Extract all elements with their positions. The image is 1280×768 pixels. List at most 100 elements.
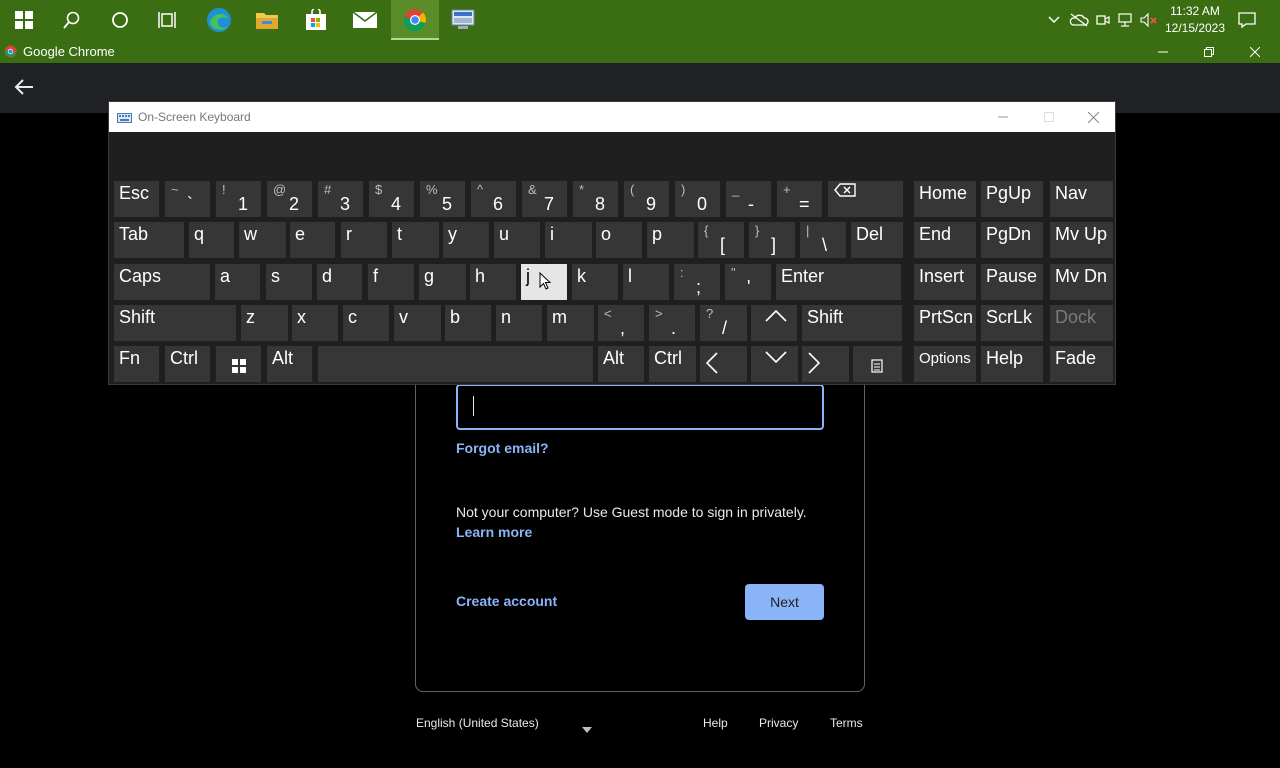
privacy-link[interactable]: Privacy [759, 716, 798, 730]
key-space[interactable] [318, 346, 593, 382]
key-sym-10[interactable]: :; [674, 264, 720, 300]
key-help[interactable]: Help [981, 346, 1043, 382]
key-g[interactable]: g [419, 264, 466, 300]
chevron-up-icon[interactable] [1046, 0, 1062, 40]
close-button[interactable] [1232, 40, 1278, 63]
back-arrow-icon[interactable] [14, 78, 36, 98]
key-sym-12[interactable]: }] [749, 222, 795, 258]
key-3[interactable]: #3 [318, 181, 363, 217]
key-scrlk[interactable]: ScrLk [981, 305, 1043, 341]
key-insert[interactable]: Insert [914, 264, 976, 300]
notifications-icon[interactable] [1234, 0, 1260, 40]
key-del[interactable]: Del [851, 222, 903, 258]
key-backspace[interactable] [828, 181, 903, 217]
osk-close-button[interactable] [1070, 102, 1116, 132]
key-e[interactable]: e [290, 222, 335, 258]
key-p[interactable]: p [647, 222, 694, 258]
key-windows-key[interactable] [216, 346, 261, 382]
key-arrow-right[interactable] [802, 346, 849, 382]
cloud-off-icon[interactable] [1068, 0, 1090, 40]
next-button[interactable]: Next [745, 584, 824, 620]
email-input[interactable] [456, 384, 824, 430]
dropdown-arrow-icon[interactable] [582, 720, 592, 738]
edge-icon[interactable] [195, 0, 243, 40]
key-ctrl[interactable]: Ctrl [649, 346, 696, 382]
key-z[interactable]: z [241, 305, 288, 341]
create-account-button[interactable]: Create account [456, 593, 557, 609]
file-explorer-icon[interactable] [243, 0, 291, 40]
key-ctrl[interactable]: Ctrl [165, 346, 210, 382]
key-2[interactable]: @2 [267, 181, 312, 217]
key-esc[interactable]: Esc [114, 181, 159, 217]
key-sym-8[interactable]: <, [598, 305, 644, 341]
key-4[interactable]: $4 [369, 181, 414, 217]
minimize-button[interactable] [1140, 40, 1186, 63]
key-end[interactable]: End [914, 222, 976, 258]
key-r[interactable]: r [341, 222, 387, 258]
key-b[interactable]: b [445, 305, 491, 341]
key-arrow-down[interactable] [751, 346, 798, 382]
key-v[interactable]: v [394, 305, 441, 341]
key-sym-13[interactable]: | \ [800, 222, 846, 258]
key-8[interactable]: * 8 [573, 181, 618, 217]
search-icon[interactable] [48, 0, 96, 40]
key-enter[interactable]: Enter [776, 264, 901, 300]
key-sym-11[interactable]: " ' [725, 264, 771, 300]
key-nav[interactable]: Nav [1050, 181, 1113, 217]
key-a[interactable]: a [215, 264, 260, 300]
key-w[interactable]: w [239, 222, 286, 258]
key-pause[interactable]: Pause [981, 264, 1043, 300]
restore-button[interactable] [1186, 40, 1232, 63]
key-pgup[interactable]: PgUp [981, 181, 1043, 217]
volume-muted-icon[interactable] [1138, 0, 1160, 40]
key-s[interactable]: s [266, 264, 312, 300]
help-link[interactable]: Help [703, 716, 728, 730]
key-arrow-left[interactable] [700, 346, 747, 382]
key-sym-9[interactable]: >. [649, 305, 695, 341]
key-f[interactable]: f [368, 264, 414, 300]
network-icon[interactable] [1116, 0, 1136, 40]
terms-link[interactable]: Terms [830, 716, 863, 730]
key-alt[interactable]: Alt [267, 346, 312, 382]
key-shift[interactable]: Shift [114, 305, 236, 341]
key-fade[interactable]: Fade [1050, 346, 1113, 382]
key-sym-13[interactable]: + = [777, 181, 822, 217]
key-sym-11[interactable]: {[ [698, 222, 744, 258]
osk-minimize-button[interactable] [980, 102, 1026, 132]
key-5[interactable]: % 5 [420, 181, 465, 217]
key-prtscn[interactable]: PrtScn [914, 305, 976, 341]
key-home[interactable]: Home [914, 181, 976, 217]
key-k[interactable]: k [572, 264, 618, 300]
key-t[interactable]: t [392, 222, 439, 258]
key-x[interactable]: x [292, 305, 338, 341]
cortana-icon[interactable] [96, 0, 144, 40]
key-u[interactable]: u [494, 222, 540, 258]
key-y[interactable]: y [443, 222, 489, 258]
network-app-icon[interactable] [439, 0, 487, 40]
meet-now-icon[interactable] [1094, 0, 1112, 40]
key-i[interactable]: i [545, 222, 592, 258]
key-0[interactable]: ) 0 [675, 181, 720, 217]
key-menu-key[interactable] [853, 346, 902, 382]
key-shift[interactable]: Shift [802, 305, 902, 341]
key-tab[interactable]: Tab [114, 222, 184, 258]
forgot-email-link[interactable]: Forgot email? [456, 440, 549, 456]
key-h[interactable]: h [470, 264, 516, 300]
clock[interactable]: 11:32 AM 12/15/2023 [1158, 3, 1232, 37]
key-mv-up[interactable]: Mv Up [1050, 222, 1113, 258]
key-m[interactable]: m [547, 305, 594, 341]
language-selector[interactable]: English (United States) [416, 716, 539, 730]
chrome-icon[interactable] [391, 0, 439, 40]
key-sym-12[interactable]: _ - [726, 181, 771, 217]
key-1[interactable]: ! 1 [216, 181, 261, 217]
key-fn[interactable]: Fn [114, 346, 159, 382]
key-sym-1[interactable]: ~ ` [165, 181, 210, 217]
key-caps[interactable]: Caps [114, 264, 210, 300]
key-pgdn[interactable]: PgDn [981, 222, 1043, 258]
key-arrow-up[interactable] [751, 305, 797, 341]
learn-more-link[interactable]: Learn more [456, 524, 532, 540]
mail-icon[interactable] [341, 0, 389, 40]
key-l[interactable]: l [623, 264, 669, 300]
key-n[interactable]: n [496, 305, 542, 341]
key-sym-10[interactable]: ? / [700, 305, 747, 341]
